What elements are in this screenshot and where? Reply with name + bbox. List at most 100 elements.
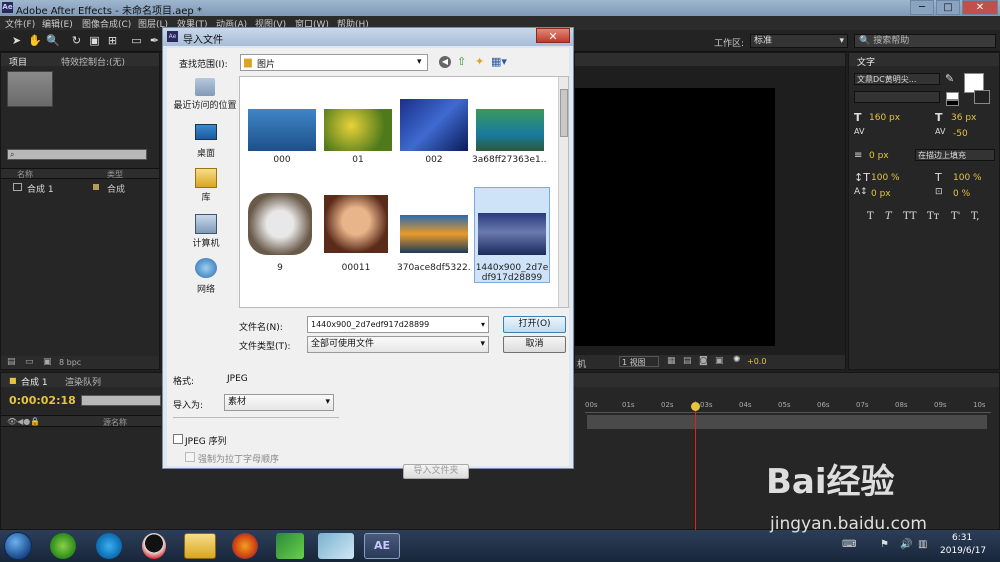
view-layout-select[interactable]: 1 视图 (619, 356, 659, 367)
composition-canvas[interactable] (575, 88, 775, 346)
current-timecode[interactable]: 0:00:02:18 (9, 394, 76, 407)
new-comp-icon[interactable]: ▣ (43, 357, 52, 367)
eyedropper-icon[interactable]: ✎ (945, 72, 954, 85)
library-icon[interactable] (195, 168, 217, 188)
dialog-close-button[interactable]: ✕ (536, 28, 570, 43)
media-player-icon[interactable] (96, 533, 122, 559)
superscript-button[interactable]: T' (951, 211, 960, 222)
keyboard-icon[interactable]: ⌨ (842, 539, 856, 550)
stroke-color-swatch[interactable] (974, 90, 990, 104)
help-search-input[interactable]: 🔍 搜索帮助 (854, 34, 996, 48)
stroke-mode-select[interactable]: 在描边上填充 (915, 149, 995, 161)
place-computer[interactable]: 计算机 (171, 236, 241, 249)
region-icon[interactable]: ▣ (715, 356, 724, 366)
network-icon[interactable] (195, 258, 217, 278)
filename-input[interactable]: 1440x900_2d7edf917d28899 ▾ (307, 316, 489, 333)
back-icon[interactable]: ◀ (439, 56, 451, 68)
pen-tool-icon[interactable]: ✒ (148, 34, 161, 47)
faux-bold-button[interactable]: T (867, 211, 874, 222)
thumbnail-002[interactable] (400, 99, 468, 151)
filetype-select[interactable]: 全部可使用文件 ▾ (307, 336, 489, 353)
black-swatch[interactable] (946, 100, 959, 106)
menu-file[interactable]: 文件(F) (5, 17, 35, 30)
file-list-scrollbar[interactable] (558, 77, 568, 307)
tracking-value[interactable]: -50 (953, 129, 968, 139)
file-name[interactable]: 000 (245, 155, 319, 165)
white-swatch[interactable] (946, 92, 959, 100)
thumbnail-000[interactable] (248, 109, 316, 151)
thumbnail-00011[interactable] (324, 195, 388, 253)
minimize-button[interactable]: ─ (910, 0, 934, 15)
place-recent[interactable]: 最近访问的位置 (170, 98, 240, 111)
scrollbar-thumb[interactable] (560, 89, 568, 137)
pan-behind-tool-icon[interactable]: ⊞ (106, 34, 119, 47)
col-source-name[interactable]: 源名称 (103, 417, 127, 428)
flag-icon[interactable]: ⚑ (880, 539, 889, 550)
up-folder-icon[interactable]: ⇧ (457, 55, 466, 68)
volume-icon[interactable]: 🔊 (900, 539, 912, 550)
vertical-scale-value[interactable]: 100 % (871, 173, 900, 183)
new-folder-icon[interactable]: ✦ (475, 55, 484, 68)
tab-render-queue[interactable]: 渲染队列 (65, 375, 101, 388)
file-name[interactable]: 00011 (319, 263, 393, 273)
stroke-width-value[interactable]: 0 px (869, 151, 889, 161)
all-caps-button[interactable]: TT (903, 211, 917, 222)
place-network[interactable]: 网络 (171, 282, 241, 295)
new-folder-icon[interactable]: ▭ (25, 357, 34, 367)
thumbnail-1440x900[interactable] (478, 213, 546, 255)
file-name[interactable]: 370ace8df5322... (397, 263, 471, 273)
playhead-line[interactable] (695, 401, 696, 531)
workspace-select[interactable]: 标准 ▾ (750, 34, 848, 48)
tsume-value[interactable]: 0 % (953, 189, 970, 199)
time-ruler[interactable]: 00s 01s 02s 03s 04s 05s 06s 07s 08s 09s … (585, 401, 991, 413)
close-button[interactable]: ✕ (962, 0, 998, 15)
horizontal-scale-value[interactable]: 100 % (953, 173, 982, 183)
jpeg-sequence-checkbox[interactable] (173, 434, 183, 444)
camera-tool-icon[interactable]: ▣ (88, 34, 101, 47)
file-name-selected[interactable]: 1440x900_2d7edf917d28899 (475, 263, 549, 283)
computer-icon[interactable] (195, 214, 217, 234)
timeline-search-input[interactable] (81, 395, 161, 406)
menu-edit[interactable]: 编辑(E) (42, 17, 73, 30)
exposure-value[interactable]: +0.0 (747, 357, 766, 366)
file-explorer-icon[interactable] (184, 533, 216, 559)
exposure-icon[interactable]: ✺ (733, 355, 741, 365)
col-type[interactable]: 类型 (107, 169, 123, 180)
start-button[interactable] (4, 532, 32, 560)
baseline-shift-value[interactable]: 0 px (871, 189, 891, 199)
place-desktop[interactable]: 桌面 (171, 146, 241, 159)
font-family-select[interactable]: 文鼎DC黄明尖... (854, 73, 940, 85)
rotate-tool-icon[interactable]: ↻ (70, 34, 83, 47)
app-icon[interactable] (276, 533, 304, 559)
thumbnail-370ace[interactable] (400, 215, 468, 253)
hand-tool-icon[interactable]: ✋ (28, 34, 42, 47)
tab-comp[interactable]: 合成 1 (21, 375, 48, 388)
tab-effect-controls[interactable]: 特效控制台:(无) (61, 55, 125, 68)
view-menu-icon[interactable]: ▦▾ (491, 55, 507, 68)
qq-icon[interactable] (142, 533, 166, 559)
thumbnail-9[interactable] (248, 193, 312, 255)
open-button[interactable]: 打开(O) (503, 316, 566, 333)
clock-time[interactable]: 6:31 (952, 533, 972, 543)
clock-date[interactable]: 2019/6/17 (940, 546, 986, 556)
zoom-tool-icon[interactable]: 🔍 (46, 34, 60, 47)
small-caps-button[interactable]: Tт (927, 211, 939, 222)
restore-button[interactable]: □ (936, 0, 960, 15)
recent-places-icon[interactable] (195, 78, 215, 96)
faux-italic-button[interactable]: T (885, 211, 892, 222)
font-size-value[interactable]: 160 px (869, 113, 900, 123)
import-as-select[interactable]: 素材 ▾ (224, 394, 334, 411)
rect-tool-icon[interactable]: ▭ (130, 34, 143, 47)
font-style-select[interactable] (854, 91, 940, 103)
av-switches-icon[interactable]: 👁◀●🔒 (7, 417, 40, 426)
file-name[interactable]: 3a68ff27363e1... (472, 155, 546, 165)
browser-360-icon[interactable] (50, 533, 76, 559)
view-mode[interactable]: 机 (577, 357, 586, 370)
firefox-icon[interactable] (232, 533, 258, 559)
interpret-footage-icon[interactable]: ▤ (7, 357, 16, 367)
work-area-bar[interactable] (587, 415, 987, 429)
after-effects-taskbar-button[interactable]: AE (364, 533, 400, 559)
cancel-button[interactable]: 取消 (503, 336, 566, 353)
desktop-icon[interactable] (195, 124, 217, 140)
thumbnail-3a68ff[interactable] (476, 109, 544, 151)
